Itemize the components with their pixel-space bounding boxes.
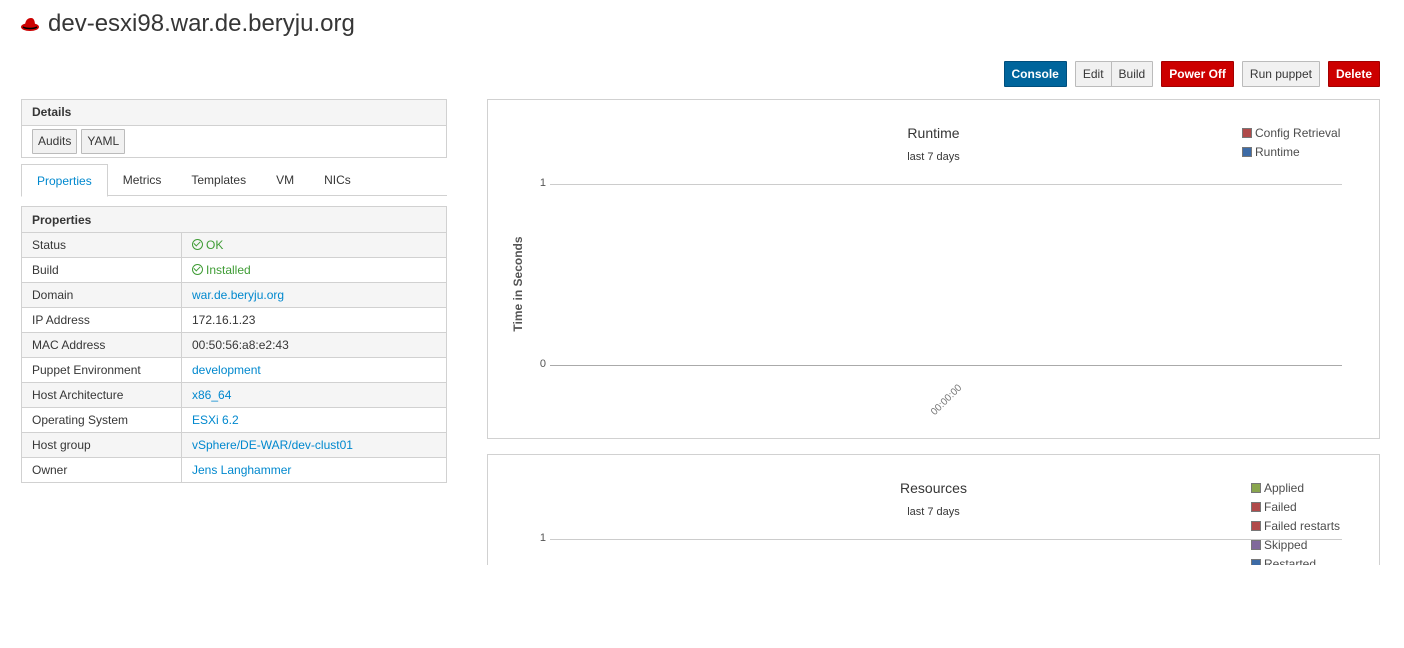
- legend-swatch-icon: [1251, 501, 1261, 512]
- property-value: 00:50:56:a8:e2:43: [181, 332, 447, 358]
- delete-button[interactable]: Delete: [1327, 61, 1380, 87]
- runtime-chart-legend: Config Retrieval Runtime: [1242, 123, 1340, 161]
- legend-swatch-icon: [1242, 127, 1252, 138]
- runtime-chart-panel: Runtime last 7 days Config Retrieval Run…: [487, 99, 1380, 439]
- y-tick-label: 0: [539, 358, 546, 370]
- legend-item[interactable]: Restarted: [1251, 554, 1340, 565]
- property-value[interactable]: war.de.beryju.org: [181, 282, 447, 308]
- x-tick-label: 00:00:00: [929, 382, 965, 418]
- yaml-button[interactable]: YAML: [81, 129, 126, 154]
- edit-button[interactable]: Edit: [1074, 61, 1112, 87]
- property-label: Build: [21, 257, 182, 283]
- edit-build-group: Edit Build: [1074, 61, 1154, 87]
- legend-label: Failed: [1264, 499, 1297, 514]
- legend-swatch-icon: [1251, 539, 1261, 550]
- legend-swatch-icon: [1251, 482, 1261, 493]
- redhat-logo-icon: [21, 18, 39, 31]
- details-title: Details: [22, 100, 446, 126]
- tab-vm[interactable]: VM: [261, 164, 309, 196]
- host-tabs: Properties Metrics Templates VM NICs: [21, 164, 447, 197]
- tab-properties[interactable]: Properties: [21, 164, 108, 197]
- resources-chart-title: Resources: [900, 480, 967, 496]
- table-row: Puppet Environment development: [21, 357, 447, 383]
- resources-chart-subtitle: last 7 days: [907, 506, 960, 518]
- legend-swatch-icon: [1251, 558, 1261, 565]
- runtime-y-axis-label: Time in Seconds: [511, 236, 525, 332]
- legend-item[interactable]: Failed: [1251, 497, 1340, 516]
- property-label: Domain: [21, 282, 182, 308]
- details-panel: Details Audits YAML: [21, 99, 447, 158]
- properties-table: Properties Status OK Build Installed Domain w…: [21, 206, 447, 483]
- check-circle-icon: [192, 239, 203, 250]
- property-value: Installed: [181, 257, 447, 283]
- y-tick-label: 1: [539, 177, 546, 189]
- legend-swatch-icon: [1242, 146, 1252, 157]
- console-button[interactable]: Console: [1003, 61, 1067, 87]
- property-label: Host Architecture: [21, 382, 182, 408]
- property-value[interactable]: x86_64: [181, 382, 447, 408]
- property-link[interactable]: ESXi 6.2: [192, 413, 239, 427]
- power-off-button[interactable]: Power Off: [1161, 61, 1234, 87]
- property-value: 172.16.1.23: [181, 307, 447, 333]
- legend-swatch-icon: [1251, 520, 1261, 531]
- table-row: Owner Jens Langhammer: [21, 457, 447, 483]
- check-circle-icon: [192, 264, 203, 275]
- audits-button[interactable]: Audits: [32, 129, 78, 154]
- legend-item[interactable]: Config Retrieval: [1242, 123, 1340, 142]
- property-label: Status: [21, 232, 182, 258]
- property-value: OK: [181, 232, 447, 258]
- table-row: Build Installed: [21, 257, 447, 283]
- legend-label: Applied: [1264, 480, 1305, 495]
- table-row: Operating System ESXi 6.2: [21, 407, 447, 433]
- resources-chart-legend: Applied Failed Failed restarts Skipped R…: [1251, 478, 1340, 565]
- property-label: MAC Address: [21, 332, 182, 358]
- page-title: dev-esxi98.war.de.beryju.org: [20, 8, 355, 40]
- property-link[interactable]: development: [192, 363, 261, 377]
- legend-item[interactable]: Applied: [1251, 478, 1340, 497]
- property-label: Puppet Environment: [21, 357, 182, 383]
- status-text: OK: [206, 238, 224, 252]
- property-value[interactable]: Jens Langhammer: [181, 457, 447, 483]
- properties-title: Properties: [21, 206, 447, 233]
- property-value[interactable]: development: [181, 357, 447, 383]
- tab-nics[interactable]: NICs: [309, 164, 366, 196]
- gridline: [550, 539, 1342, 540]
- table-row: Host group vSphere/DE-WAR/dev-clust01: [21, 432, 447, 458]
- gridline: [550, 184, 1342, 185]
- legend-item[interactable]: Runtime: [1242, 142, 1340, 161]
- legend-item[interactable]: Failed restarts: [1251, 516, 1340, 535]
- legend-label: Restarted: [1264, 556, 1317, 566]
- x-axis-line: [550, 365, 1342, 366]
- host-actions-toolbar: Console Edit Build Power Off Run puppet …: [1003, 61, 1380, 87]
- property-link[interactable]: x86_64: [192, 388, 231, 402]
- legend-label: Config Retrieval: [1255, 125, 1341, 140]
- property-value[interactable]: ESXi 6.2: [181, 407, 447, 433]
- tab-templates[interactable]: Templates: [176, 164, 261, 196]
- table-row: Status OK: [21, 232, 447, 258]
- legend-label: Failed restarts: [1264, 518, 1341, 533]
- build-button[interactable]: Build: [1110, 61, 1154, 87]
- table-row: IP Address 172.16.1.23: [21, 307, 447, 333]
- tab-metrics[interactable]: Metrics: [108, 164, 177, 196]
- property-label: Owner: [21, 457, 182, 483]
- table-row: Host Architecture x86_64: [21, 382, 447, 408]
- property-link[interactable]: vSphere/DE-WAR/dev-clust01: [192, 438, 353, 452]
- legend-label: Runtime: [1255, 144, 1300, 159]
- property-label: IP Address: [21, 307, 182, 333]
- table-row: Domain war.de.beryju.org: [21, 282, 447, 308]
- property-link[interactable]: Jens Langhammer: [192, 463, 291, 477]
- run-puppet-button[interactable]: Run puppet: [1241, 61, 1320, 87]
- property-label: Operating System: [21, 407, 182, 433]
- property-label: Host group: [21, 432, 182, 458]
- page-viewport: dev-esxi98.war.de.beryju.org Console Edi…: [0, 0, 1404, 565]
- resources-chart-panel: Resources last 7 days Applied Failed Fai…: [487, 454, 1380, 565]
- status-text: Installed: [206, 263, 251, 277]
- property-value[interactable]: vSphere/DE-WAR/dev-clust01: [181, 432, 447, 458]
- property-link[interactable]: war.de.beryju.org: [192, 288, 284, 302]
- page-title-text: dev-esxi98.war.de.beryju.org: [48, 10, 355, 37]
- legend-item[interactable]: Skipped: [1251, 535, 1340, 554]
- y-tick-label: 1: [539, 532, 546, 544]
- table-row: MAC Address 00:50:56:a8:e2:43: [21, 332, 447, 358]
